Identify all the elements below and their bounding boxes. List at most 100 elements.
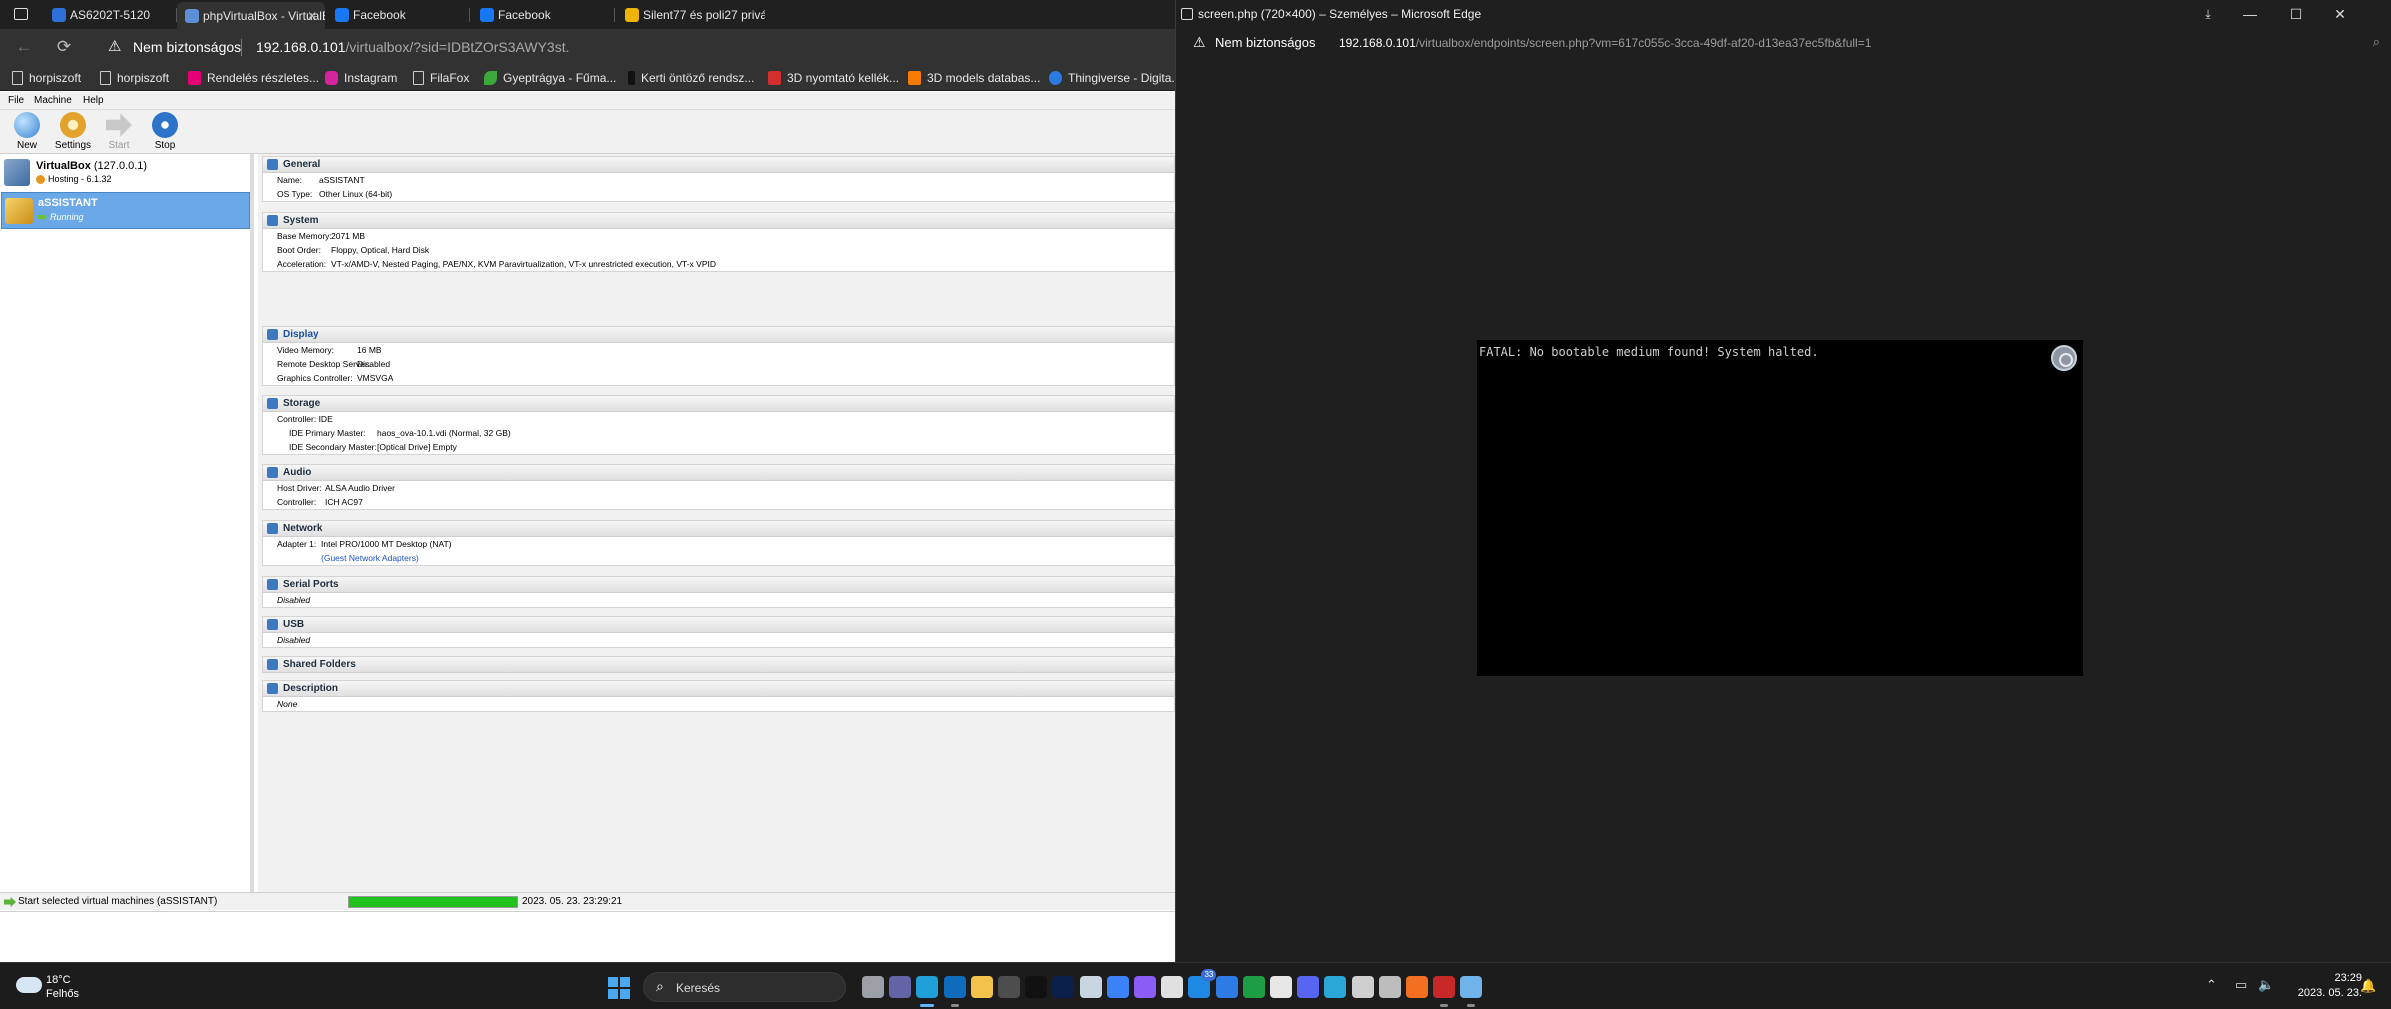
task-view-icon[interactable] (862, 976, 884, 998)
warning-icon[interactable]: ⚠ (108, 38, 126, 56)
back-arrow-icon[interactable]: ← (12, 35, 36, 59)
bookmark-item[interactable]: Gyeptrágya - Fűma... (484, 70, 616, 86)
bookmark-label: Rendelés részletes... (207, 71, 320, 85)
store-icon[interactable] (1161, 976, 1184, 998)
app-blue-icon[interactable] (1106, 976, 1129, 998)
bookmark-item[interactable]: Rendelés részletes... (188, 70, 319, 86)
bookmark-item[interactable]: 3D models databas... (908, 70, 1040, 86)
detail-row: Base Memory: 2071 MB (277, 231, 366, 241)
rclone-icon[interactable] (1324, 976, 1347, 998)
tab-as6202t[interactable]: AS6202T-5120 (44, 0, 174, 29)
photos-icon[interactable] (1134, 976, 1156, 998)
section-header[interactable]: System (263, 213, 1174, 229)
settings-gear-icon (60, 112, 86, 138)
mail-icon[interactable]: 33 (1188, 969, 1217, 998)
tab-facebook-2[interactable]: Facebook (472, 0, 612, 29)
section-display: Display Video Memory: 16 MB Remote Deskto… (262, 326, 1175, 386)
detail-row: None (277, 699, 298, 709)
speaker-muted-icon[interactable]: 🔈 (2258, 977, 2274, 993)
warning-icon[interactable]: ⚠ (1193, 34, 1206, 51)
guest-network-adapters-link[interactable]: (Guest Network Adapters) (321, 553, 419, 563)
popup-titlebar[interactable]: screen.php (720×400) – Személyes – Micro… (1176, 0, 2391, 29)
close-icon[interactable]: ✕ (2328, 3, 2352, 25)
weather-desc: Felhős (46, 988, 80, 1000)
section-header[interactable]: Network (263, 521, 1174, 537)
section-header[interactable]: Audio (263, 465, 1174, 481)
bookmark-item[interactable]: Instagram (325, 70, 397, 86)
speedometer-icon[interactable] (1351, 976, 1374, 998)
section-header[interactable]: USB (263, 617, 1174, 633)
system-clock[interactable]: 23:29 2023. 05. 23. (2282, 971, 2362, 1001)
teams-icon[interactable] (889, 976, 912, 998)
section-header[interactable]: Description (263, 681, 1174, 697)
minimize-icon[interactable]: — (2238, 3, 2262, 25)
steam-icon[interactable] (1079, 976, 1102, 998)
usb-icon (267, 619, 278, 630)
bookmark-item[interactable]: FilaFox (413, 70, 469, 86)
menu-file[interactable]: File (8, 95, 24, 106)
url-path: /virtualbox/endpoints/screen.php?vm=617c… (1415, 36, 1872, 50)
new-button[interactable]: New (4, 112, 50, 152)
bookmark-item[interactable]: horpiszoft (12, 70, 81, 86)
section-header[interactable]: Serial Ports (263, 577, 1174, 593)
file-explorer-icon[interactable] (970, 976, 993, 998)
bookmark-item[interactable]: Kerti öntöző rendsz... (628, 70, 754, 86)
url-field[interactable]: 192.168.0.101/virtualbox/?sid=IDBtZOrS3A… (256, 39, 569, 55)
start-task-icon (4, 897, 16, 907)
tab-actions-icon[interactable] (14, 8, 28, 20)
tab-silent77[interactable]: Silent77 és poli27 privát beszélg (617, 0, 765, 29)
weather-widget[interactable]: 18°C Felhős (16, 973, 116, 1003)
bookmark-item[interactable]: horpiszoft (100, 70, 169, 86)
security-label[interactable]: Nem biztonságos (1215, 35, 1315, 50)
vm-console-screen[interactable]: FATAL: No bootable medium found! System … (1477, 340, 2083, 676)
telekom-icon (188, 71, 201, 85)
calendar-icon[interactable] (1215, 976, 1238, 998)
host-entry[interactable]: VirtualBox (127.0.0.1) Hosting - 6.1.32 (0, 156, 250, 190)
tab-phpvirtualbox[interactable]: phpVirtualBox - VirtualBox Web ✕ (177, 2, 325, 29)
bookmark-item[interactable]: 3D nyomtató kellék... (768, 70, 899, 86)
vm-item-assistant[interactable]: aSSISTANT Running (1, 192, 250, 229)
notification-icon[interactable]: 🔔 (2360, 978, 2376, 994)
section-header[interactable]: General (263, 157, 1174, 173)
maximize-icon[interactable]: ☐ (2284, 3, 2308, 25)
security-label[interactable]: Nem biztonságos (133, 39, 241, 55)
stop-label: Stop (154, 140, 176, 151)
tiktok-icon[interactable] (1025, 976, 1048, 998)
discord-icon[interactable] (1297, 976, 1320, 998)
host-status-icon (36, 174, 45, 184)
fusion-icon[interactable] (1406, 976, 1428, 998)
rl-icon[interactable] (1433, 976, 1456, 1007)
menu-machine[interactable]: Machine (34, 95, 72, 106)
section-header[interactable]: Shared Folders (263, 657, 1174, 673)
tab-strip: AS6202T-5120 phpVirtualBox - VirtualBox … (0, 0, 1175, 29)
section-header[interactable]: Display (263, 327, 1174, 343)
bookmark-item[interactable]: Thingiverse - Digita... (1049, 70, 1181, 86)
close-tab-icon[interactable]: ✕ (307, 9, 317, 23)
stop-button[interactable]: Stop (142, 112, 188, 152)
download-icon[interactable]: ⤓ (2196, 3, 2220, 25)
fullscreen-toggle-icon[interactable] (2051, 345, 2077, 371)
settings-button[interactable]: Settings (50, 112, 96, 152)
start-button[interactable]: Start (96, 112, 142, 152)
section-header[interactable]: Storage (263, 396, 1174, 412)
url-field[interactable]: 192.168.0.101/virtualbox/endpoints/scree… (1339, 36, 1871, 50)
zoom-icon[interactable]: ⌕ (2373, 34, 2380, 50)
disney-plus-icon[interactable] (1052, 976, 1075, 998)
github-icon[interactable] (1270, 976, 1292, 998)
outlook-icon[interactable] (943, 976, 966, 1007)
sheets-icon[interactable] (1242, 976, 1265, 998)
refresh-icon[interactable]: ⟳ (52, 35, 76, 59)
remote-desktop-icon[interactable] (1460, 976, 1483, 1007)
host-version: Hosting - 6.1.32 (48, 174, 112, 184)
network-icon[interactable]: ▭ (2235, 977, 2247, 993)
start-button[interactable] (608, 977, 630, 999)
robot-icon[interactable] (1378, 976, 1401, 998)
calculator-icon[interactable] (998, 976, 1020, 998)
edge-icon[interactable] (916, 976, 939, 1007)
chevron-up-icon[interactable]: ⌃ (2206, 977, 2217, 993)
taskbar-search[interactable]: ⌕ Keresés (643, 972, 846, 1002)
menu-help[interactable]: Help (83, 95, 104, 106)
linux-vm-icon (5, 198, 33, 224)
tab-facebook-1[interactable]: Facebook (327, 0, 467, 29)
address-bar: ← ⟳ ⚠ Nem biztonságos 192.168.0.101/virt… (0, 29, 1175, 65)
